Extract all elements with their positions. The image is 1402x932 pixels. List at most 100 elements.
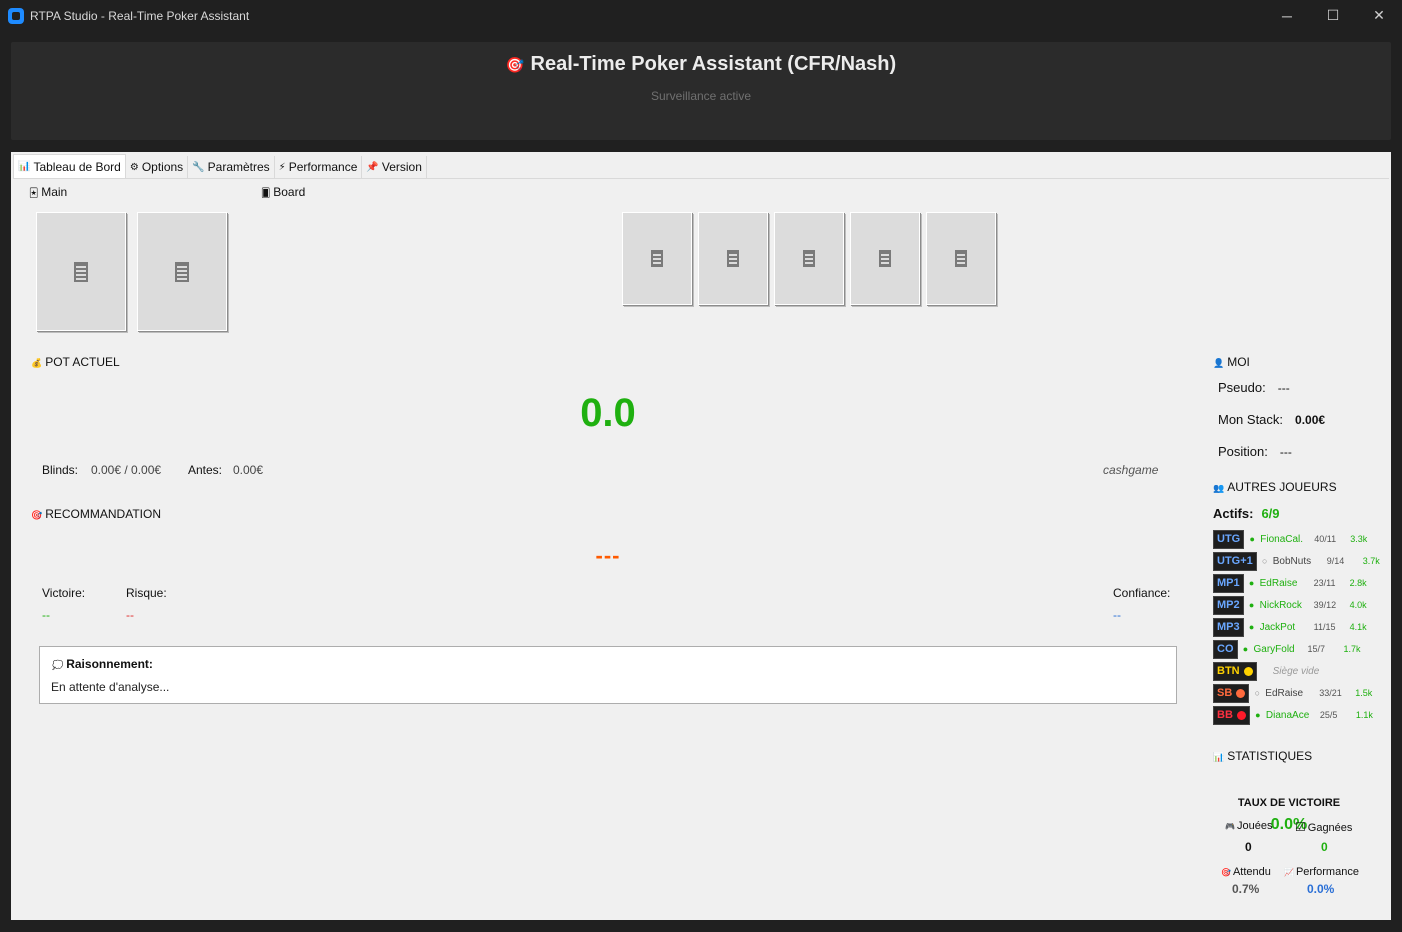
status-dot-icon: ● <box>1248 600 1255 610</box>
player-name: JackPot <box>1259 621 1296 633</box>
window-bottom-edge <box>0 920 1402 932</box>
pin-icon: 📌 <box>366 161 379 173</box>
users-icon: 👥 <box>1213 483 1225 493</box>
chart-icon: 📊 <box>1213 752 1225 762</box>
stats-section-label: 📊 STATISTIQUES <box>1213 749 1312 763</box>
player-row[interactable]: SB ○ EdRaise 33/21 1.5k <box>1213 683 1372 703</box>
player-stack: 2.8k <box>1349 578 1367 588</box>
money-bag-icon: 💰 <box>31 358 43 368</box>
status-dot-icon: ● <box>1255 710 1261 720</box>
pseudo-value: --- <box>1277 381 1290 395</box>
pot-label: POT ACTUEL <box>45 355 120 369</box>
player-name: BobNuts <box>1272 555 1312 567</box>
confidence-label: Confiance: <box>1113 586 1171 600</box>
won-value: 0 <box>1321 840 1328 854</box>
player-name: EdRaise <box>1259 577 1298 589</box>
position-badge-label: SB <box>1217 687 1233 699</box>
maximize-button[interactable]: ☐ <box>1310 0 1356 31</box>
played-value: 0 <box>1245 840 1252 854</box>
active-players: Actifs: 6/9 <box>1213 506 1280 521</box>
card-back-icon <box>803 250 815 267</box>
status-dot-icon: ● <box>1242 644 1249 654</box>
won-label-text: Gagnées <box>1307 822 1353 834</box>
player-row[interactable]: MP2 ● NickRock 39/12 4.0k <box>1213 595 1367 615</box>
win-rate-label: TAUX DE VICTOIRE <box>1237 797 1341 809</box>
lightning-icon: ⚡ <box>278 161 286 173</box>
risk-label: Risque: <box>126 586 167 600</box>
pseudo-row: Pseudo: --- <box>1218 380 1290 395</box>
player-stats: 39/12 <box>1313 600 1337 610</box>
others-section-label: 👥 AUTRES JOUEURS <box>1213 480 1337 494</box>
active-value: 6/9 <box>1261 506 1280 521</box>
hand-label: Main <box>41 185 68 199</box>
player-row[interactable]: BB ● DianaAce 25/5 1.1k <box>1213 705 1373 725</box>
card-back-icon <box>651 250 663 267</box>
wrench-icon: 🔧 <box>192 161 205 173</box>
player-row[interactable]: UTG ● FionaCal. 40/11 3.3k <box>1213 529 1367 549</box>
pot-value: 0.0 <box>580 391 636 435</box>
board-label: Board <box>273 185 306 199</box>
player-name: FionaCal. <box>1260 533 1304 545</box>
user-icon: 👤 <box>1213 358 1225 368</box>
position-badge-label: BTN <box>1217 665 1240 677</box>
dealer-chip-icon <box>1243 666 1253 676</box>
others-label: AUTRES JOUEURS <box>1227 480 1337 494</box>
app-logo-icon <box>8 7 24 24</box>
minimize-button[interactable]: ─ <box>1264 0 1310 31</box>
tab-settings[interactable]: 🔧 Paramètres <box>188 156 275 178</box>
player-row[interactable]: UTG+1 ○ BobNuts 9/14 3.7k <box>1213 551 1380 571</box>
player-row[interactable]: CO ● GaryFold 15/7 1.7k <box>1213 639 1361 659</box>
stack-label: Mon Stack: <box>1218 412 1284 427</box>
tab-label: Tableau de Bord <box>33 159 121 174</box>
close-button[interactable]: ✕ <box>1356 0 1402 31</box>
reasoning-title: 💭 Raisonnement: <box>52 657 153 671</box>
board-section-label: 🂠 Board <box>261 185 305 199</box>
confidence-value: -- <box>1113 608 1121 622</box>
board-card-2 <box>698 212 768 305</box>
player-name: DianaAce <box>1265 709 1310 721</box>
player-stats: 9/14 <box>1326 556 1345 566</box>
position-label: Position: <box>1218 444 1268 459</box>
gamepad-icon: 🎮 <box>1225 822 1235 831</box>
expected-label: 🎯 Attendu <box>1221 866 1271 878</box>
position-badge: CO <box>1213 639 1238 659</box>
game-mode: cashgame <box>1103 463 1159 477</box>
position-badge: MP3 <box>1213 617 1244 637</box>
player-row[interactable]: MP3 ● JackPot 11/15 4.1k <box>1213 617 1367 637</box>
empty-seat-label: Siège vide <box>1272 665 1320 677</box>
performance-label: 📈 Performance <box>1284 866 1359 878</box>
tab-version[interactable]: 📌 Version <box>362 156 427 178</box>
me-section-label: 👤 MOI <box>1213 355 1250 369</box>
window-titlebar: RTPA Studio - Real-Time Poker Assistant … <box>0 0 1402 31</box>
tab-performance[interactable]: ⚡ Performance <box>274 156 363 178</box>
antes-value: 0.00€ <box>233 463 264 477</box>
position-row: Position: --- <box>1218 444 1292 459</box>
status-dot-icon: ○ <box>1262 556 1268 566</box>
hand-card-2 <box>137 212 227 331</box>
small-blind-chip-icon <box>1236 688 1246 698</box>
card-back-icon <box>879 250 891 267</box>
card-back-icon <box>175 261 189 282</box>
thought-bubble-icon: 💭 <box>52 660 64 670</box>
player-stack: 3.7k <box>1362 556 1380 566</box>
player-name: EdRaise <box>1265 687 1304 699</box>
played-label: 🎮 Jouées <box>1225 820 1272 832</box>
recommendation-section-label: 🎯 RECOMMANDATION <box>31 507 161 521</box>
card-back-icon <box>955 250 967 267</box>
player-name: NickRock <box>1259 599 1302 611</box>
reasoning-title-text: Raisonnement: <box>66 657 153 671</box>
player-row[interactable]: BTN Siège vide <box>1213 661 1353 681</box>
position-badge: MP2 <box>1213 595 1244 615</box>
victory-label: Victoire: <box>42 586 86 600</box>
main-panel: 📊 Tableau de Bord ⚙ Options 🔧 Paramètres ⚡ P… <box>11 152 1391 920</box>
recommendation-label: RECOMMANDATION <box>45 507 161 521</box>
dashboard-content: 🃏 Main 🂠 Board 💰 POT ACTUEL 0.0 Blinds: 0.0… <box>13 178 1389 918</box>
active-label: Actifs: <box>1213 506 1254 521</box>
player-stats: 40/11 <box>1314 534 1337 544</box>
player-row[interactable]: MP1 ● EdRaise 23/11 2.8k <box>1213 573 1367 593</box>
tab-options[interactable]: ⚙ Options <box>125 156 189 178</box>
reasoning-text: En attente d'analyse... <box>51 680 170 694</box>
tab-dashboard[interactable]: 📊 Tableau de Bord <box>13 154 126 178</box>
risk-value: -- <box>126 608 134 622</box>
app-title-text: Real-Time Poker Assistant (CFR/Nash) <box>530 53 897 75</box>
